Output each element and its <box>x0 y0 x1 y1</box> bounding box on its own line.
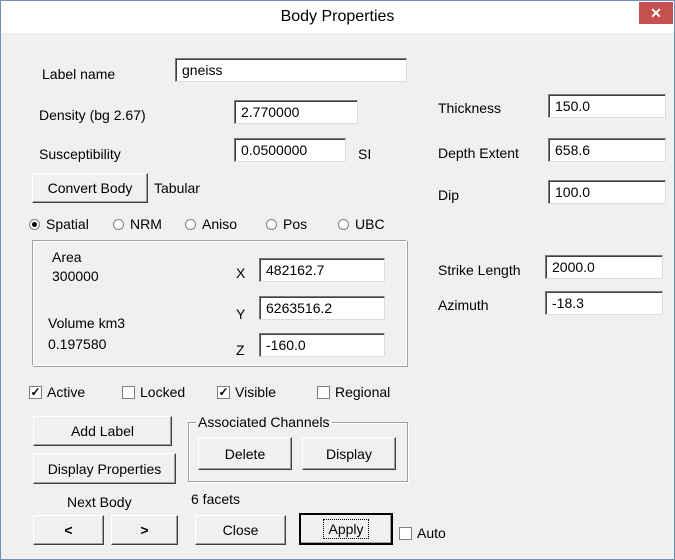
strike-length-label: Strike Length <box>438 262 521 278</box>
flag-active-label: Active <box>47 384 86 400</box>
depth-extent-label: Depth Extent <box>438 145 519 161</box>
associated-channels-label: Associated Channels <box>196 414 332 430</box>
next-body-button[interactable]: > <box>111 515 178 545</box>
y-input[interactable] <box>259 296 385 320</box>
delete-button[interactable]: Delete <box>198 437 292 470</box>
x-label: X <box>236 265 246 281</box>
depth-extent-input[interactable] <box>548 138 666 162</box>
close-button[interactable]: Close <box>195 515 286 545</box>
radio-aniso-indicator[interactable] <box>185 219 196 230</box>
z-input[interactable] <box>259 333 385 357</box>
flag-visible-label: Visible <box>235 384 276 400</box>
checkbox-visible[interactable]: ✓ <box>217 386 230 399</box>
x-input[interactable] <box>259 258 385 282</box>
azimuth-label: Azimuth <box>438 297 489 313</box>
display-properties-button[interactable]: Display Properties <box>33 453 176 484</box>
flag-regional-label: Regional <box>335 384 391 400</box>
radio-spatial-indicator[interactable] <box>29 219 40 230</box>
radio-nrm-label: NRM <box>130 216 162 232</box>
checkbox-locked[interactable] <box>122 386 135 399</box>
density-label: Density (bg 2.67) <box>39 107 146 123</box>
volume-value: 0.197580 <box>48 336 107 352</box>
body-shape-label: Tabular <box>154 180 200 196</box>
area-label: Area <box>52 249 82 265</box>
window-title: Body Properties <box>280 8 395 25</box>
dip-label: Dip <box>438 187 460 203</box>
radio-ubc-label: UBC <box>355 216 385 232</box>
radio-ubc-indicator[interactable] <box>338 219 349 230</box>
label-name-label: Label name <box>42 66 116 82</box>
y-label: Y <box>236 306 246 322</box>
checkbox-auto[interactable] <box>399 527 412 540</box>
susceptibility-unit: SI <box>358 146 372 162</box>
flag-locked-label: Locked <box>140 384 186 400</box>
facets-count: 6 facets <box>191 491 241 507</box>
label-name-input[interactable] <box>175 58 407 82</box>
radio-spatial-label: Spatial <box>46 216 89 232</box>
dialog-body: Label name Density (bg 2.67) Susceptibil… <box>10 33 666 553</box>
strike-length-input[interactable] <box>545 255 663 279</box>
dip-input[interactable] <box>548 180 666 204</box>
checkbox-regional[interactable] <box>317 386 330 399</box>
checkbox-active[interactable]: ✓ <box>29 386 42 399</box>
apply-button-label: Apply <box>323 519 369 539</box>
thickness-label: Thickness <box>438 100 502 116</box>
previous-body-button[interactable]: < <box>33 515 104 545</box>
body-properties-window: Body Properties ✕ Label name Density (bg… <box>0 0 675 560</box>
density-input[interactable] <box>234 100 358 124</box>
auto-label: Auto <box>417 525 446 541</box>
radio-aniso-label: Aniso <box>202 216 238 232</box>
susceptibility-input[interactable] <box>234 138 346 162</box>
convert-body-button[interactable]: Convert Body <box>32 173 148 203</box>
thickness-input[interactable] <box>548 94 666 118</box>
area-value: 300000 <box>52 268 99 284</box>
title-bar[interactable]: Body Properties ✕ <box>1 1 674 33</box>
volume-label: Volume km3 <box>48 315 126 331</box>
display-button[interactable]: Display <box>302 437 396 470</box>
add-label-button[interactable]: Add Label <box>33 416 172 446</box>
z-label: Z <box>236 342 245 358</box>
susceptibility-label: Susceptibility <box>39 146 121 162</box>
azimuth-input[interactable] <box>545 291 663 315</box>
radio-pos-label: Pos <box>283 216 308 232</box>
radio-nrm-indicator[interactable] <box>113 219 124 230</box>
close-icon[interactable]: ✕ <box>639 2 673 24</box>
apply-button[interactable]: Apply <box>299 513 393 545</box>
radio-pos-indicator[interactable] <box>266 219 277 230</box>
next-body-label: Next Body <box>67 494 132 510</box>
